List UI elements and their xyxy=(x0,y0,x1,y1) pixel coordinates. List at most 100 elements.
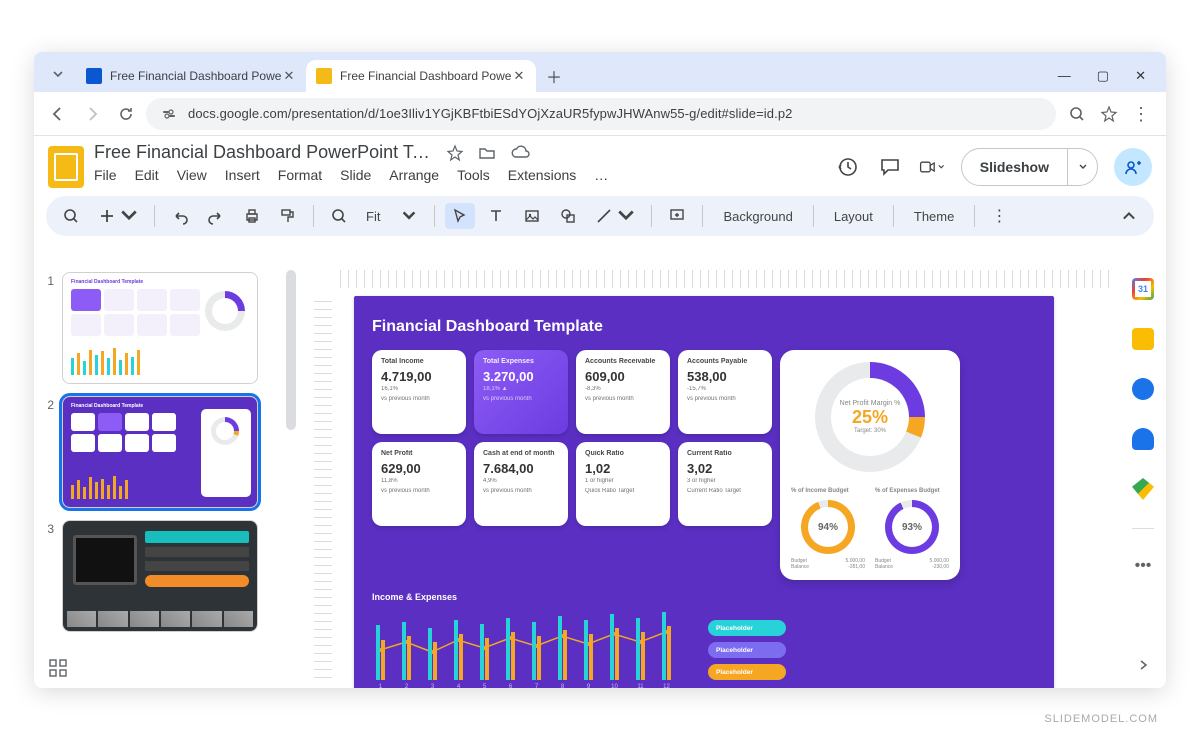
document-title[interactable]: Free Financial Dashboard PowerPoint Tem.… xyxy=(94,142,434,163)
more-addons-icon[interactable]: ••• xyxy=(1135,557,1152,575)
history-icon[interactable] xyxy=(835,154,861,180)
tasks-icon[interactable] xyxy=(1132,378,1154,400)
comments-icon[interactable] xyxy=(877,154,903,180)
star-icon[interactable] xyxy=(446,144,464,162)
legend-item: Placeholder xyxy=(708,642,786,658)
metric-card: Quick Ratio1,021 or higherQuick Ratio Ta… xyxy=(576,442,670,526)
menu-bar: File Edit View Insert Format Slide Arran… xyxy=(94,167,825,183)
more-tools[interactable]: ⋮ xyxy=(985,202,1013,230)
urlbar-actions: ⋮ xyxy=(1062,105,1156,123)
browser-tab-active[interactable]: Free Financial Dashboard Powe ✕ xyxy=(306,60,536,92)
url-text: docs.google.com/presentation/d/1oe3Iliv1… xyxy=(188,106,793,121)
hide-panel-button[interactable] xyxy=(1136,658,1150,672)
back-button[interactable] xyxy=(44,100,72,128)
slide-title: Financial Dashboard Template xyxy=(372,318,1036,336)
site-settings-icon[interactable] xyxy=(160,105,178,123)
slide-content[interactable]: Financial Dashboard Template Total Incom… xyxy=(354,296,1054,688)
menu-file[interactable]: File xyxy=(94,167,117,183)
new-tab-button[interactable]: ＋ xyxy=(540,62,568,90)
share-button[interactable] xyxy=(1114,148,1152,186)
line-tool[interactable] xyxy=(589,203,641,229)
shape-tool[interactable] xyxy=(553,203,583,229)
tab-search-dropdown[interactable] xyxy=(44,60,72,88)
menu-tools[interactable]: Tools xyxy=(457,167,490,183)
calendar-icon[interactable]: 31 xyxy=(1132,278,1154,300)
app-header: Free Financial Dashboard PowerPoint Tem.… xyxy=(34,136,1166,188)
mini-gauge: % of Expenses Budget 93% Budget5.000,00 … xyxy=(875,488,949,570)
image-tool[interactable] xyxy=(517,203,547,229)
slideshow-button[interactable]: Slideshow xyxy=(961,148,1098,186)
window-controls: — ▢ ✕ xyxy=(1044,68,1160,92)
chevron-down-icon xyxy=(617,207,635,225)
background-option[interactable]: Background xyxy=(713,209,802,224)
metric-card: Net Profit629,0011,8%vs previous month xyxy=(372,442,466,526)
redo-button[interactable] xyxy=(201,203,231,229)
side-panel: 31 ••• xyxy=(1120,264,1166,688)
more-icon[interactable]: ⋮ xyxy=(1132,105,1150,123)
canvas[interactable]: Financial Dashboard Template Total Incom… xyxy=(296,264,1120,688)
scrollbar[interactable] xyxy=(286,270,296,430)
collapse-toolbar[interactable] xyxy=(1114,203,1144,229)
paint-format-button[interactable] xyxy=(273,203,303,229)
legend-item: Placeholder xyxy=(708,620,786,636)
reload-button[interactable] xyxy=(112,100,140,128)
close-icon[interactable]: ✕ xyxy=(512,69,526,83)
menu-extensions[interactable]: Extensions xyxy=(508,167,576,183)
cloud-status-icon[interactable] xyxy=(510,144,530,162)
bookmark-icon[interactable] xyxy=(1100,105,1118,123)
tab-title: Free Financial Dashboard Powe xyxy=(110,69,282,83)
textbox-tool[interactable] xyxy=(481,203,511,229)
layout-option[interactable]: Layout xyxy=(824,209,883,224)
slide-thumbnail[interactable]: 1 Financial Dashboard Template xyxy=(42,272,296,384)
maximize-icon[interactable]: ▢ xyxy=(1097,68,1109,84)
undo-button[interactable] xyxy=(165,203,195,229)
close-icon[interactable]: ✕ xyxy=(1135,68,1146,84)
zoom-button[interactable] xyxy=(324,203,354,229)
minimize-icon[interactable]: — xyxy=(1058,68,1071,84)
select-tool[interactable] xyxy=(445,203,475,229)
theme-option[interactable]: Theme xyxy=(904,209,964,224)
forward-button[interactable] xyxy=(78,100,106,128)
menu-format[interactable]: Format xyxy=(278,167,322,183)
close-icon[interactable]: ✕ xyxy=(282,69,296,83)
slides-logo-icon[interactable] xyxy=(48,146,84,188)
new-slide-button[interactable] xyxy=(92,203,144,229)
slide-thumbnail[interactable]: 2 Financial Dashboard Template xyxy=(42,396,296,508)
keep-icon[interactable] xyxy=(1132,328,1154,350)
metric-card: Total Income4.719,0016,1%vs previous mon… xyxy=(372,350,466,434)
chevron-down-icon xyxy=(400,207,418,225)
chart-legend: PlaceholderPlaceholderPlaceholder xyxy=(708,620,786,680)
menu-slide[interactable]: Slide xyxy=(340,167,371,183)
donut-chart: Net Profit Margin % 25% Target: 30% xyxy=(815,362,925,472)
metric-card: Accounts Payable538,00-15,7%vs previous … xyxy=(678,350,772,434)
menu-insert[interactable]: Insert xyxy=(225,167,260,183)
menu-arrange[interactable]: Arrange xyxy=(389,167,439,183)
watermark: SLIDEMODEL.COM xyxy=(1044,713,1158,725)
zoom-icon[interactable] xyxy=(1068,105,1086,123)
editor-body: 1 Financial Dashboard Template 2 Financi… xyxy=(34,264,1166,688)
menu-more[interactable]: … xyxy=(594,167,608,183)
contacts-icon[interactable] xyxy=(1132,428,1154,450)
comment-tool[interactable] xyxy=(662,203,692,229)
ruler-vertical xyxy=(314,294,332,678)
tab-title: Free Financial Dashboard Powe xyxy=(340,69,512,83)
menu-view[interactable]: View xyxy=(177,167,207,183)
metric-card: Accounts Receivable609,00-8,3%vs previou… xyxy=(576,350,670,434)
browser-tab-inactive[interactable]: Free Financial Dashboard Powe ✕ xyxy=(76,60,306,92)
zoom-level[interactable]: Fit xyxy=(360,203,424,229)
tab-favicon xyxy=(86,68,102,84)
chrome-window: Free Financial Dashboard Powe ✕ Free Fin… xyxy=(34,52,1166,688)
address-bar[interactable]: docs.google.com/presentation/d/1oe3Iliv1… xyxy=(146,98,1056,130)
meet-icon[interactable] xyxy=(919,154,945,180)
move-icon[interactable] xyxy=(478,144,496,162)
maps-icon[interactable] xyxy=(1132,478,1154,500)
slideshow-dropdown[interactable] xyxy=(1067,149,1097,185)
print-button[interactable] xyxy=(237,203,267,229)
slide-thumbnail[interactable]: 3 xyxy=(42,520,296,632)
slide-panel: 1 Financial Dashboard Template 2 Financi… xyxy=(34,264,296,688)
search-menus-button[interactable] xyxy=(56,203,86,229)
menu-edit[interactable]: Edit xyxy=(135,167,159,183)
grid-view-button[interactable] xyxy=(48,658,68,678)
chart-title: Income & Expenses xyxy=(372,592,457,602)
metric-card: Cash at end of month7.684,004,9%vs previ… xyxy=(474,442,568,526)
